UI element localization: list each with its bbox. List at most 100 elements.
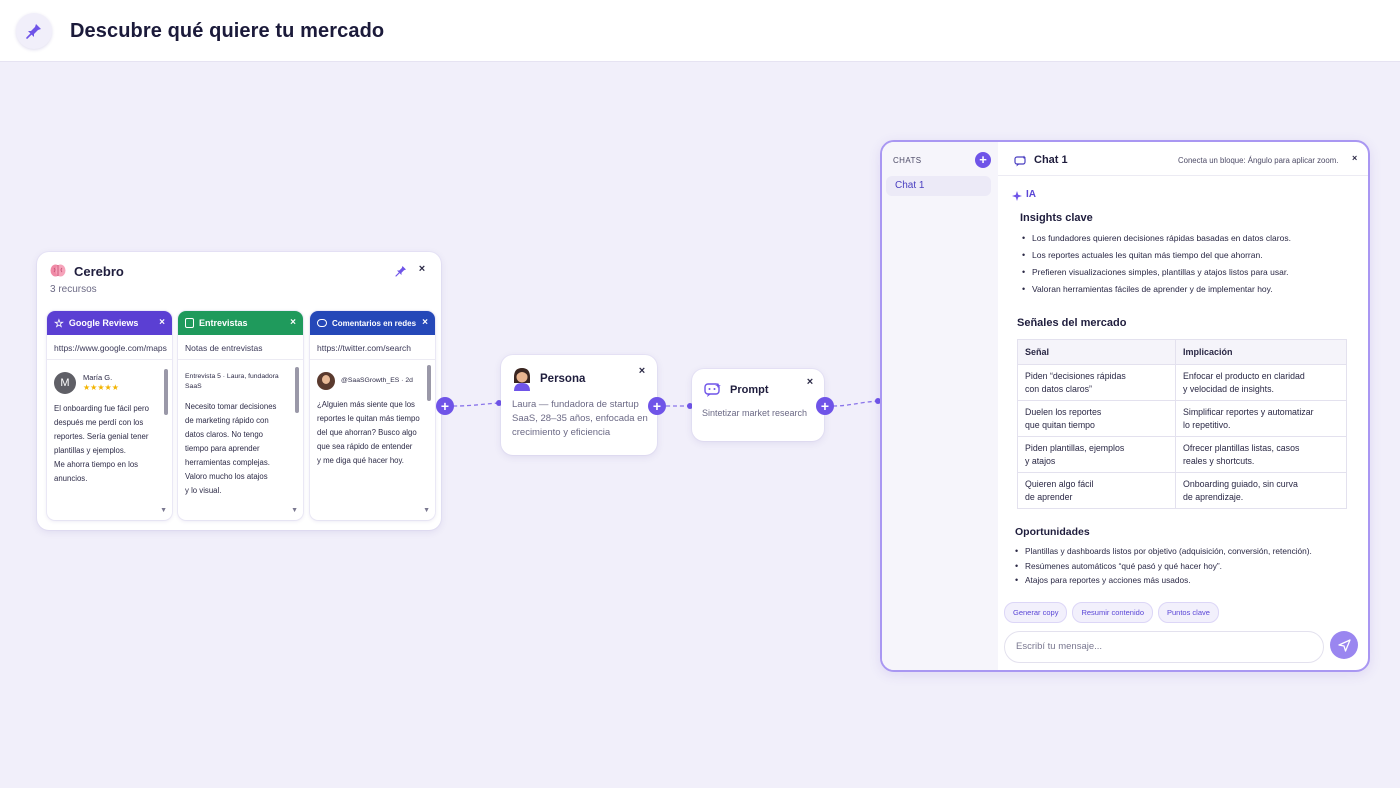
persona-title: Persona: [540, 373, 586, 385]
comment-text-line: ¿Alguien más siente que los: [317, 400, 415, 409]
avatar: [317, 372, 335, 390]
persona-avatar-icon: [512, 367, 532, 396]
interview-text-line: datos claros. No tengo: [185, 430, 264, 439]
sparkle-icon: [1011, 189, 1023, 207]
interview-text-line: Necesito tomar decisiones: [185, 402, 277, 411]
list-item: Los reportes actuales les quitan más tie…: [1020, 247, 1291, 264]
scroll-down-icon[interactable]: ▼: [160, 507, 167, 514]
cerebro-title: Cerebro: [74, 264, 124, 279]
chip-puntos-clave[interactable]: Puntos clave: [1157, 602, 1219, 623]
insights-list: Los fundadores quieren decisiones rápida…: [1020, 230, 1291, 298]
close-icon[interactable]: ×: [415, 262, 429, 276]
resource-header: ☆ Google Reviews ×: [47, 311, 172, 335]
top-bar: Descubre qué quiere tu mercado: [0, 0, 1400, 62]
scroll-down-icon[interactable]: ▼: [291, 507, 298, 514]
chats-sidebar: CHATS + Chat 1: [882, 142, 998, 670]
resource-url: https://www.google.com/maps: [47, 335, 172, 360]
avatar-initial: M: [60, 377, 70, 389]
scroll-down-icon[interactable]: ▼: [423, 507, 430, 514]
table-cell: Piden “decisiones rápidas con datos clar…: [1017, 364, 1176, 401]
connect-plus-button[interactable]: +: [436, 397, 454, 415]
interview-meta: Entrevista 5 · Laura, fundadora SaaS: [185, 373, 279, 390]
table-row: Piden “decisiones rápidas con datos clar…: [1017, 364, 1347, 401]
suggestion-chips: Generar copy Resumir contenido Puntos cl…: [1004, 602, 1219, 623]
resource-content: M María G. ★★★★★ El onboarding fue fácil…: [47, 360, 172, 492]
send-icon: [1337, 638, 1351, 652]
scrollbar[interactable]: [295, 367, 299, 413]
connect-plus-button[interactable]: +: [648, 397, 666, 415]
page-title: Descubre qué quiere tu mercado: [70, 20, 385, 42]
resource-name: Entrevistas: [199, 318, 248, 328]
prompt-title: Prompt: [730, 384, 769, 396]
star-icon: ☆: [54, 317, 64, 330]
new-chat-button[interactable]: +: [975, 152, 991, 168]
interview-text-line: Valoro mucho los atajos: [185, 472, 268, 481]
chat-title: Chat 1: [1034, 154, 1068, 166]
close-icon[interactable]: ×: [422, 317, 428, 328]
resource-url: Notas de entrevistas: [178, 335, 303, 360]
prompt-description: Sintetizar market research: [702, 408, 808, 418]
resource-content: @SaaSGrowth_ES · 2d ¿Alguien más siente …: [310, 360, 435, 474]
chip-resumir-contenido[interactable]: Resumir contenido: [1072, 602, 1153, 623]
list-item: Valoran herramientas fáciles de aprender…: [1020, 281, 1291, 298]
list-item: Atajos para reportes y acciones más usad…: [1013, 573, 1312, 588]
market-signals-table: Señal Implicación Piden “decisiones rápi…: [1017, 339, 1347, 509]
resource-name: Comentarios en redes: [332, 318, 417, 328]
table-row: Quieren algo fácil de aprender Onboardin…: [1017, 472, 1347, 509]
chat-list-item[interactable]: Chat 1: [886, 176, 991, 196]
chat-panel: CHATS + Chat 1 Chat 1 Conecta un bloque:…: [880, 140, 1370, 672]
document-icon: [185, 318, 194, 328]
close-icon[interactable]: ×: [290, 317, 296, 328]
pin-icon[interactable]: [16, 13, 52, 49]
list-item: Los fundadores quieren decisiones rápida…: [1020, 230, 1291, 247]
close-icon[interactable]: ×: [635, 364, 649, 378]
chat-hint: Conecta un bloque: Ángulo para aplicar z…: [1178, 156, 1339, 165]
table-cell: Piden plantillas, ejemplos y atajos: [1017, 436, 1176, 473]
resource-header: Entrevistas ×: [178, 311, 303, 335]
persona-description: Laura — fundadora de startup SaaS, 28–35…: [512, 399, 648, 438]
interview-text-line: herramientas complejas.: [185, 458, 270, 467]
signals-heading: Señales del mercado: [1017, 317, 1127, 329]
brain-icon: [50, 263, 66, 283]
resource-name: Google Reviews: [68, 318, 139, 328]
column-header: Señal: [1017, 339, 1176, 365]
rating-stars: ★★★★★: [83, 383, 119, 392]
interview-text-line: tiempo para aprender: [185, 444, 260, 453]
chat-header: Chat 1 Conecta un bloque: Ángulo para ap…: [998, 142, 1368, 176]
send-button[interactable]: [1330, 631, 1358, 659]
close-icon[interactable]: ×: [1352, 153, 1357, 163]
resource-card-comentarios-redes[interactable]: Comentarios en redes × https://twitter.c…: [310, 311, 435, 520]
column-header: Implicación: [1175, 339, 1347, 365]
review-text-line: plantillas y ejemplos.: [54, 446, 126, 455]
table-header-row: Señal Implicación: [1017, 339, 1347, 365]
table-cell: Enfocar el producto en claridad y veloci…: [1175, 364, 1347, 401]
close-icon[interactable]: ×: [803, 375, 817, 389]
list-item: Resúmenes automáticos “qué pasó y qué ha…: [1013, 559, 1312, 574]
interview-text-line: de marketing rápido con: [185, 416, 269, 425]
review-text-line: anuncios.: [54, 474, 88, 483]
resource-card-google-reviews[interactable]: ☆ Google Reviews × https://www.google.co…: [47, 311, 172, 520]
table-row: Duelen los reportes que quitan tiempo Si…: [1017, 400, 1347, 437]
resource-card-entrevistas[interactable]: Entrevistas × Notas de entrevistas Entre…: [178, 311, 303, 520]
chat-main: Chat 1 Conecta un bloque: Ángulo para ap…: [998, 142, 1368, 670]
prompt-icon: [704, 382, 722, 403]
scrollbar[interactable]: [164, 369, 168, 415]
comment-text-line: reportes le quitan más tiempo: [317, 414, 420, 423]
pin-icon[interactable]: [395, 264, 407, 282]
chat-bot-icon: [1014, 154, 1027, 172]
chats-label: CHATS: [893, 156, 922, 165]
scrollbar[interactable]: [427, 365, 431, 401]
reviewer-name: María G.: [83, 373, 113, 382]
social-handle: @SaaSGrowth_ES · 2d: [341, 377, 413, 384]
message-input[interactable]: Escribí tu mensaje...: [1004, 631, 1324, 663]
opportunities-heading: Oportunidades: [1015, 526, 1090, 538]
interview-text-line: y lo visual.: [185, 486, 222, 495]
review-text-line: después me perdí con los: [54, 418, 144, 427]
connect-plus-button[interactable]: +: [816, 397, 834, 415]
list-item: Prefieren visualizaciones simples, plant…: [1020, 264, 1291, 281]
list-item: Plantillas y dashboards listos por objet…: [1013, 544, 1312, 559]
close-icon[interactable]: ×: [159, 317, 165, 328]
sender-label: IA: [1026, 189, 1036, 200]
chip-generar-copy[interactable]: Generar copy: [1004, 602, 1068, 623]
table-cell: Ofrecer plantillas listas, casos reales …: [1175, 436, 1347, 473]
